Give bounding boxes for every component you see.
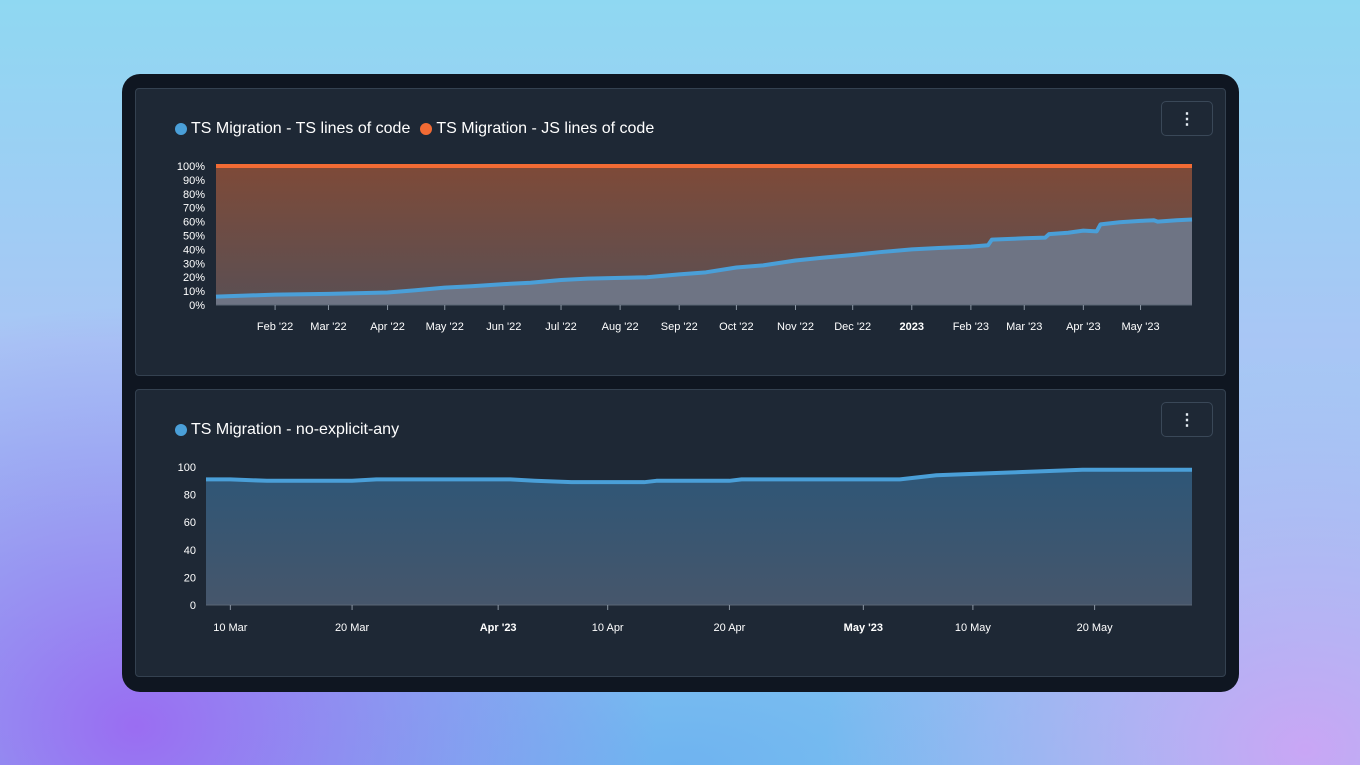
y-tick-label: 80% <box>183 189 205 201</box>
x-tick-label: 20 May <box>1077 622 1114 634</box>
y-tick-label: 70% <box>183 203 205 215</box>
x-tick-label: May '23 <box>844 622 883 634</box>
y-tick-label: 20 <box>184 572 196 584</box>
chart-no-explicit-any: 100 80 60 40 20 0 10 Mar 20 Mar Apr '23 10 Apr 20 … <box>178 462 1192 634</box>
x-tick-label: Mar '22 <box>310 321 346 333</box>
x-tick-label: May '22 <box>426 321 464 333</box>
x-tick-label: 2023 <box>900 321 924 333</box>
y-tick-label: 100 <box>178 462 196 474</box>
y-tick-label: 30% <box>183 258 205 270</box>
y-tick-label: 20% <box>183 272 205 284</box>
x-tick-label: Jul '22 <box>545 321 576 333</box>
chart-panel-no-explicit-any: TS Migration - no-explicit-any ⋮ 100 80 60… <box>135 389 1226 677</box>
x-tick-label: 10 May <box>955 622 992 634</box>
x-tick-label: Jun '22 <box>486 321 521 333</box>
dashboard-frame: TS Migration - TS lines of code TS Migra… <box>122 74 1239 692</box>
x-tick-label: May '23 <box>1121 321 1159 333</box>
x-tick-label: Nov '22 <box>777 321 814 333</box>
series-area-no-explicit-any <box>206 469 1192 605</box>
x-tick-label: Apr '23 <box>480 622 517 634</box>
x-tick-label: 20 Mar <box>335 622 370 634</box>
y-tick-label: 10% <box>183 286 205 298</box>
x-tick-label: Oct '22 <box>719 321 754 333</box>
y-tick-label: 90% <box>183 175 205 187</box>
y-tick-label: 0 <box>190 600 196 612</box>
y-tick-label: 60% <box>183 217 205 229</box>
chart-ts-lines: 100% 90% 80% 70% 60% 50%40% 30% 20% 10% 0% Feb '22… <box>177 161 1193 333</box>
y-tick-label: 60 <box>184 517 196 529</box>
x-tick-label: 10 Apr <box>592 622 624 634</box>
x-tick-label: Dec '22 <box>834 321 871 333</box>
x-tick-label: 10 Mar <box>213 622 248 634</box>
x-tick-label: Sep '22 <box>661 321 698 333</box>
x-tick-label: Feb '23 <box>953 321 989 333</box>
x-tick-label: Feb '22 <box>257 321 293 333</box>
y-tick-label: 50% <box>183 231 205 243</box>
y-tick-label: 80 <box>184 490 196 502</box>
y-tick-label: 40 <box>184 545 196 557</box>
y-tick-label: 0% <box>189 300 205 312</box>
x-tick-label: Mar '23 <box>1006 321 1042 333</box>
chart-panel-ts-lines: TS Migration - TS lines of code TS Migra… <box>135 88 1226 376</box>
x-tick-label: 20 Apr <box>714 622 746 634</box>
x-tick-label: Apr '22 <box>370 321 405 333</box>
y-tick-label: 40% <box>183 244 205 256</box>
x-tick-label: Apr '23 <box>1066 321 1101 333</box>
y-tick-label: 100% <box>177 161 205 173</box>
x-tick-label: Aug '22 <box>602 321 639 333</box>
